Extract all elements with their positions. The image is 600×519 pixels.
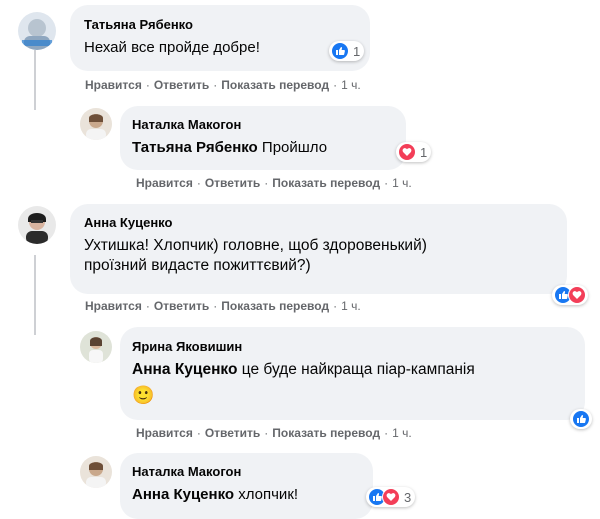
avatar[interactable]	[80, 456, 112, 488]
comment-actions: Нравится · Ответить · Показать перевод · 1 ч.	[136, 426, 412, 440]
comment-bubble: Наталка Макогон Анна Куценко хлопчик!	[120, 453, 373, 519]
translate-button[interactable]: Показать перевод	[272, 426, 380, 440]
emoji-smile: 🙂	[132, 385, 155, 405]
translate-button[interactable]: Показать перевод	[272, 176, 380, 190]
reply-button[interactable]: Ответить	[154, 78, 209, 92]
avatar[interactable]	[18, 206, 56, 244]
like-button[interactable]: Нравится	[136, 176, 193, 190]
comment-bubble: Татьяна Рябенко Нехай все пройде добре!	[70, 5, 370, 71]
avatar[interactable]	[18, 12, 56, 50]
mention-link[interactable]: Анна Куценко	[132, 486, 234, 503]
reply-button[interactable]: Ответить	[154, 299, 209, 313]
avatar[interactable]	[80, 108, 112, 140]
comment-actions: Нравится · Ответить · Показать перевод · 1 ч.	[85, 78, 361, 92]
like-button[interactable]: Нравится	[85, 78, 142, 92]
avatar[interactable]	[80, 331, 112, 363]
thread-line	[34, 50, 36, 110]
reply-button[interactable]: Ответить	[205, 426, 260, 440]
timestamp[interactable]: 1 ч.	[341, 78, 361, 92]
like-icon	[572, 410, 590, 428]
mention-link[interactable]: Анна Куценко	[132, 361, 237, 378]
reaction-summary[interactable]: 3	[366, 487, 416, 507]
comment-text-line: проїзний видасте пожиттєвий?)	[84, 257, 311, 274]
love-icon	[398, 143, 416, 161]
timestamp[interactable]: 1 ч.	[392, 176, 412, 190]
comment-text: це буде найкраща піар-кампанія	[241, 361, 475, 378]
comment-author[interactable]: Ярина Яковишин	[132, 339, 573, 355]
comment-actions: Нравится · Ответить · Показать перевод · 1 ч.	[136, 176, 412, 190]
like-button[interactable]: Нравится	[85, 299, 142, 313]
reaction-count: 1	[420, 144, 428, 160]
thread-line	[34, 255, 36, 335]
comment-text-line: Ухтишка! Хлопчик) головне, щоб здоровень…	[84, 237, 427, 254]
reaction-summary[interactable]: 1	[396, 142, 432, 162]
love-icon	[382, 488, 400, 506]
translate-button[interactable]: Показать перевод	[221, 299, 329, 313]
comment-bubble: Анна Куценко Ухтишка! Хлопчик) головне, …	[70, 204, 567, 294]
mention-link[interactable]: Татьяна Рябенко	[132, 139, 258, 156]
reaction-count: 3	[404, 489, 412, 505]
reply-button[interactable]: Ответить	[205, 176, 260, 190]
comment-bubble: Ярина Яковишин Анна Куценко це буде найк…	[120, 327, 585, 420]
comment-bubble: Наталка Макогон Татьяна Рябенко Пройшло	[120, 106, 406, 170]
comment-text: Пройшло	[261, 139, 328, 156]
timestamp[interactable]: 1 ч.	[341, 299, 361, 313]
reaction-summary[interactable]: 1	[329, 41, 365, 61]
like-button[interactable]: Нравится	[136, 426, 193, 440]
reaction-summary[interactable]	[570, 409, 592, 429]
like-icon	[331, 42, 349, 60]
comment-author[interactable]: Наталка Макогон	[132, 117, 394, 133]
reaction-summary[interactable]	[552, 285, 588, 305]
translate-button[interactable]: Показать перевод	[221, 78, 329, 92]
reaction-count: 1	[353, 43, 361, 59]
timestamp[interactable]: 1 ч.	[392, 426, 412, 440]
comment-text: хлопчик!	[238, 486, 299, 503]
love-icon	[568, 286, 586, 304]
comment-author[interactable]: Анна Куценко	[84, 215, 555, 231]
comment-author[interactable]: Татьяна Рябенко	[84, 17, 358, 33]
comment-author[interactable]: Наталка Макогон	[132, 464, 361, 480]
comment-text: Нехай все пройде добре!	[84, 39, 260, 56]
comment-actions: Нравится · Ответить · Показать перевод · 1 ч.	[85, 299, 361, 313]
